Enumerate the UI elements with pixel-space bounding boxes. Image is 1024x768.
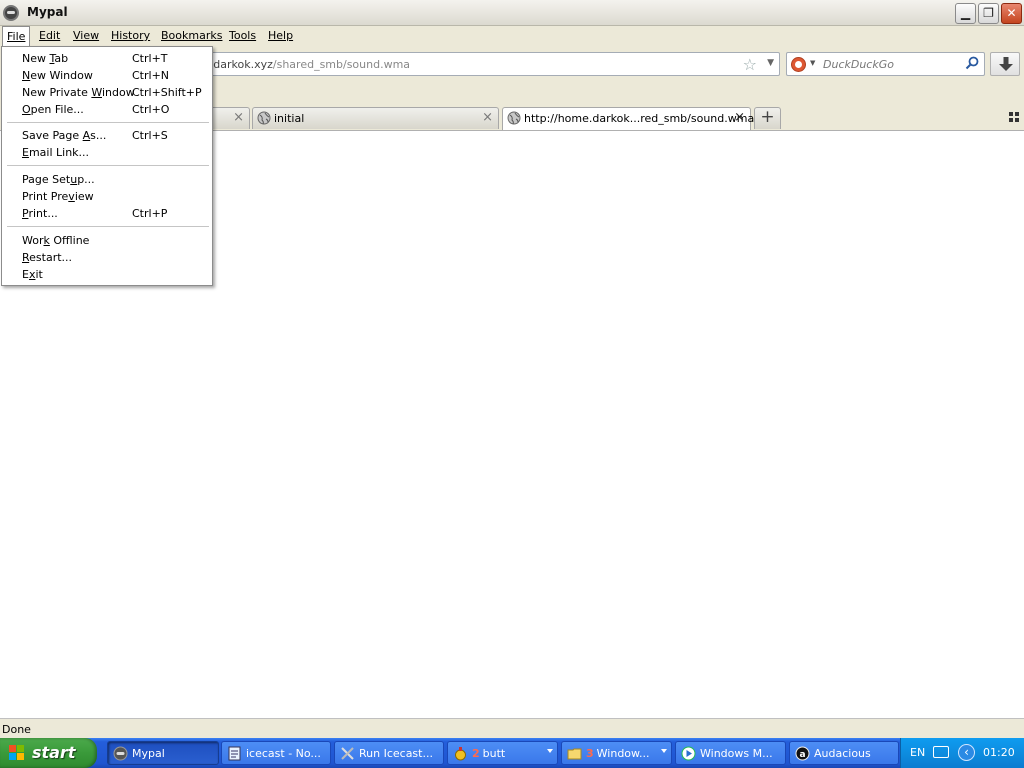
search-engine-dropdown-icon[interactable]: ▼ — [810, 59, 815, 67]
taskbar-group-count: 3 — [586, 747, 594, 760]
taskbar: start Mypal icecast - No... Run Icecast.… — [0, 738, 1024, 768]
group-dropdown-icon[interactable] — [547, 749, 553, 753]
search-bar[interactable]: ▼ DuckDuckGo — [786, 52, 985, 76]
taskbar-label: Audacious — [814, 747, 871, 760]
taskbar-item-icecast-notepad[interactable]: icecast - No... — [221, 741, 331, 765]
menu-tools[interactable]: Tools — [229, 29, 256, 42]
mypal-icon — [113, 746, 128, 761]
minimize-button[interactable]: ▁ — [955, 3, 976, 24]
menu-item-print-preview[interactable]: Print Preview — [22, 190, 94, 203]
menu-help[interactable]: Help — [268, 29, 293, 42]
taskbar-item-run-icecast[interactable]: Run Icecast... — [334, 741, 444, 765]
restore-button[interactable]: ❐ — [978, 3, 999, 24]
url-path: /shared_smb/sound.wma — [272, 58, 411, 71]
url-text[interactable]: e.darkok.xyz/shared_smb/sound.wma — [203, 58, 410, 71]
taskbar-label: icecast - No... — [246, 747, 321, 760]
menu-separator — [7, 226, 209, 227]
status-bar: Done — [0, 718, 1024, 738]
shortcut-save-page-as: Ctrl+S — [132, 129, 168, 142]
taskbar-item-mypal[interactable]: Mypal — [107, 741, 219, 765]
mypal-app-icon[interactable] — [3, 5, 19, 21]
taskbar-label: Windows M... — [700, 747, 773, 760]
downloads-button[interactable] — [990, 52, 1020, 76]
language-indicator[interactable]: EN — [910, 746, 925, 759]
menu-separator — [7, 165, 209, 166]
tools-icon — [341, 747, 354, 760]
globe-icon — [257, 111, 271, 125]
list-all-tabs-icon[interactable] — [1009, 112, 1019, 122]
shortcut-open-file: Ctrl+O — [132, 103, 170, 116]
menu-item-open-file[interactable]: Open File... — [22, 103, 84, 116]
taskbar-item-windows-group[interactable]: 3 Window... — [561, 741, 672, 765]
new-tab-button[interactable]: + — [754, 107, 781, 129]
start-label: start — [32, 743, 76, 762]
menu-item-exit[interactable]: Exit — [22, 268, 43, 281]
clock: 01:20 — [983, 746, 1015, 759]
tab-2[interactable]: initial × — [252, 107, 499, 129]
tab-1-close-icon[interactable]: × — [233, 110, 244, 125]
url-host: e.darkok.xyz — [203, 58, 273, 71]
taskbar-label-text: Window... — [596, 747, 650, 760]
title-bar: Mypal ▁ ❐ ✕ — [0, 0, 1024, 26]
tab-2-close-icon[interactable]: × — [482, 110, 493, 125]
status-text: Done — [2, 723, 31, 736]
system-tray: EN ‹ 01:20 — [900, 738, 1024, 768]
keyboard-icon[interactable] — [933, 746, 949, 758]
group-dropdown-icon[interactable] — [661, 749, 667, 753]
audacious-icon: a — [795, 746, 810, 761]
menu-edit[interactable]: Edit — [39, 29, 60, 42]
menu-item-new-private-window[interactable]: New Private Window — [22, 86, 135, 99]
download-arrow-icon — [999, 57, 1013, 71]
show-hidden-icons-icon[interactable]: ‹ — [958, 744, 975, 761]
globe-icon — [507, 111, 521, 125]
shortcut-new-tab: Ctrl+T — [132, 52, 168, 65]
notepad-icon — [228, 746, 241, 761]
bookmark-star-icon[interactable]: ☆ — [743, 55, 757, 74]
menu-item-page-setup[interactable]: Page Setup... — [22, 173, 95, 186]
tab-3-selected[interactable]: http://home.darkok...red_smb/sound.wma × — [502, 107, 755, 130]
file-menu-popup: New Tab Ctrl+T New Window Ctrl+N New Pri… — [1, 46, 213, 286]
taskbar-item-butt-group[interactable]: 2 butt — [447, 741, 558, 765]
taskbar-group-count: 2 — [472, 747, 480, 760]
menu-item-restart[interactable]: Restart... — [22, 251, 72, 264]
windows-logo-icon — [9, 745, 26, 761]
menu-separator — [7, 122, 209, 123]
taskbar-label: 2 butt — [472, 747, 505, 760]
tab-3-label: http://home.darkok...red_smb/sound.wma — [524, 112, 755, 125]
shortcut-print: Ctrl+P — [132, 207, 168, 220]
url-bar[interactable]: e.darkok.xyz/shared_smb/sound.wma ☆ ▼ — [196, 52, 780, 76]
svg-text:a: a — [799, 750, 805, 760]
duckduckgo-icon[interactable] — [791, 57, 806, 72]
search-icon[interactable] — [965, 56, 979, 70]
menu-history[interactable]: History — [111, 29, 150, 42]
menu-item-new-tab[interactable]: New Tab — [22, 52, 68, 65]
folder-icon — [567, 748, 582, 760]
taskbar-label: Run Icecast... — [359, 747, 433, 760]
taskbar-label-text: butt — [482, 747, 506, 760]
menu-item-email-link[interactable]: Email Link... — [22, 146, 89, 159]
tab-3-close-icon[interactable]: × — [734, 110, 745, 125]
url-history-dropdown-icon[interactable]: ▼ — [767, 58, 774, 68]
window-title: Mypal — [27, 5, 68, 19]
menu-file[interactable]: File — [2, 26, 31, 46]
menu-item-work-offline[interactable]: Work Offline — [22, 234, 89, 247]
close-window-button[interactable]: ✕ — [1001, 3, 1022, 24]
tab-2-label: initial — [274, 112, 305, 125]
menu-item-save-page-as[interactable]: Save Page As... — [22, 129, 106, 142]
search-placeholder: DuckDuckGo — [823, 58, 894, 71]
taskbar-item-windows-media-player[interactable]: Windows M... — [675, 741, 786, 765]
shortcut-new-window: Ctrl+N — [132, 69, 170, 82]
menu-item-print[interactable]: Print... — [22, 207, 58, 220]
start-button[interactable]: start — [0, 738, 97, 768]
taskbar-item-audacious[interactable]: a Audacious — [789, 741, 899, 765]
menu-item-new-window[interactable]: New Window — [22, 69, 93, 82]
taskbar-label: Mypal — [132, 747, 165, 760]
taskbar-label: 3 Window... — [586, 747, 650, 760]
butt-icon — [455, 747, 466, 761]
menu-bar: File Edit View History Bookmarks Tools H… — [0, 26, 1024, 46]
media-player-icon — [681, 746, 696, 761]
shortcut-new-private-window: Ctrl+Shift+P — [132, 86, 202, 99]
menu-bookmarks[interactable]: Bookmarks — [161, 29, 222, 42]
menu-view[interactable]: View — [73, 29, 99, 42]
